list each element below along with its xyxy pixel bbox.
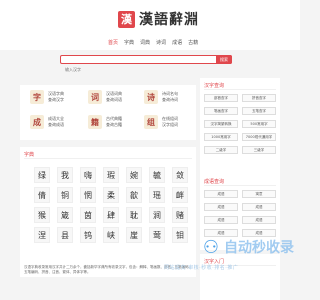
hanzi-intro-panel: 汉字入门 [200, 254, 280, 300]
char-cell[interactable]: 赌 [172, 207, 188, 223]
tag-link[interactable]: 三级字 [242, 146, 276, 154]
ci-icon: 词 [88, 90, 102, 104]
search-input[interactable] [61, 66, 211, 73]
site-name: 漢語辭淵 [139, 12, 199, 28]
char-cell[interactable]: 钨 [80, 227, 96, 243]
cheng-icon: 成 [30, 115, 44, 129]
char-cell[interactable]: 柔 [103, 187, 119, 203]
char-cell[interactable]: 嗨 [80, 167, 96, 183]
char-cell[interactable]: 县 [57, 227, 73, 243]
nav-zidian[interactable]: 字典 [124, 39, 134, 46]
char-cell[interactable]: 衅 [172, 187, 188, 203]
char-cell[interactable]: 婉 [126, 167, 142, 183]
char-cell[interactable]: 歙 [126, 187, 142, 203]
char-cell[interactable]: 莺 [149, 227, 165, 243]
category-zidian[interactable]: 字 汉语字典 查询汉字 [30, 90, 64, 104]
char-cell[interactable]: 肆 [103, 207, 119, 223]
char-cell[interactable]: 我 [57, 167, 73, 183]
char-cell[interactable]: 瑕 [103, 167, 119, 183]
logo-icon: 漢 [118, 10, 135, 28]
char-cell[interactable]: 涅 [34, 227, 50, 243]
ji-icon: 籍 [88, 115, 102, 129]
nav-shici[interactable]: 诗词 [156, 39, 166, 46]
char-cell[interactable]: 惘 [80, 187, 96, 203]
char-cell[interactable]: 涧 [149, 207, 165, 223]
hanzi-query-panel: 汉字查询 部首查字 拼音查字 笔画查字 五笔查字 汉字简繁转换 500常用字 1000常用字… [200, 78, 280, 178]
watermark: ⚇ 自动秒收录 [200, 236, 294, 258]
char-cell[interactable]: 茵 [80, 207, 96, 223]
tag-link[interactable]: 笔画查字 [204, 107, 238, 115]
char-cell[interactable]: 猴 [34, 207, 50, 223]
tag-link[interactable]: 寓意 [242, 190, 276, 198]
category-shici[interactable]: 诗 诗词名句 查询诗词 [144, 90, 178, 104]
site-logo[interactable]: 漢 漢語辭淵 [118, 9, 199, 29]
divider [204, 89, 276, 90]
divider [204, 185, 276, 186]
category-cidian[interactable]: 词 汉语词典 查询词语 [88, 90, 122, 104]
main-nav: 首页 字典 词典 诗词 成语 古籍 [108, 39, 198, 46]
char-cell[interactable]: 峡 [103, 227, 119, 243]
zu-icon: 组 [144, 115, 158, 129]
category-sub: 汉字组词 [162, 122, 178, 127]
tag-link[interactable]: 7000现代通用字 [242, 133, 276, 141]
watermark-title: 自动秒收录 [224, 240, 294, 256]
tag-link[interactable]: 部首查字 [204, 94, 238, 102]
tag-link[interactable]: 成语 [242, 216, 276, 224]
nav-chengyu[interactable]: 成语 [172, 39, 182, 46]
category-sub: 查询汉字 [48, 97, 64, 102]
category-guji[interactable]: 籍 古代典籍 查询古籍 [88, 115, 122, 129]
tag-link[interactable]: 汉字简繁转换 [204, 120, 238, 128]
char-cell[interactable]: 敛 [172, 167, 188, 183]
category-sub: 查询诗词 [162, 97, 178, 102]
tag-link[interactable]: 成语 [242, 203, 276, 211]
search-button[interactable]: 搜索 [216, 55, 232, 64]
category-sub: 查询成语 [48, 122, 64, 127]
category-zuci[interactable]: 组 在线组词 汉字组词 [144, 115, 178, 129]
tag-link[interactable]: 成语 [204, 216, 238, 224]
nav-guji[interactable]: 古籍 [188, 39, 198, 46]
divider [24, 158, 192, 159]
char-cell[interactable]: 箴 [57, 207, 73, 223]
category-panel: 字 汉语字典 查询汉字 词 汉语词典 查询词语 诗 诗词名句 查询诗词 成 成语大全查… [20, 85, 196, 140]
char-cell[interactable]: 毓 [149, 167, 165, 183]
category-chengyu[interactable]: 成 成语大全 查询成语 [30, 115, 64, 129]
char-cell[interactable]: 铜 [57, 187, 73, 203]
nav-home[interactable]: 首页 [108, 39, 118, 46]
char-cell[interactable]: 绿 [34, 167, 50, 183]
tag-link[interactable]: 拼音查字 [242, 94, 276, 102]
section-title: 字典 [24, 152, 35, 158]
tag-link[interactable]: 1000常用字 [204, 133, 238, 141]
char-grid: 绿我嗨瑕婉毓敛倩铜惘柔歙瑶衅猴箴茵肆耽涧赌涅县钨峡崖莺钼 [34, 167, 188, 243]
nav-cidian[interactable]: 词典 [140, 39, 150, 46]
shi-icon: 诗 [144, 90, 158, 104]
tag-link[interactable]: 500常用字 [242, 120, 276, 128]
section-title: 汉字查询 [204, 83, 225, 89]
tag-link[interactable]: 成语 [204, 203, 238, 211]
watermark-subtitle: 网站提交·审核·秒收·排名·推广 [164, 265, 239, 271]
tag-link[interactable]: 五笔查字 [242, 107, 276, 115]
char-cell[interactable]: 耽 [126, 207, 142, 223]
char-cell[interactable]: 倩 [34, 187, 50, 203]
char-cell[interactable]: 崖 [126, 227, 142, 243]
zidian-panel: 字典 绿我嗨瑕婉毓敛倩铜惘柔歙瑶衅猴箴茵肆耽涧赌涅县钨峡崖莺钼 汉语字典收录常用… [20, 147, 196, 277]
category-sub: 查询古籍 [106, 122, 122, 127]
section-title: 成语查询 [204, 179, 225, 185]
search-bar: 搜索 [60, 55, 232, 73]
watermark-logo-icon: ⚇ [202, 236, 220, 258]
tag-link[interactable]: 二级字 [204, 146, 238, 154]
char-cell[interactable]: 钼 [172, 227, 188, 243]
header: 漢 漢語辭淵 首页 字典 词典 诗词 成语 古籍 [0, 0, 300, 50]
tag-link[interactable]: 成语 [204, 190, 238, 198]
zi-icon: 字 [30, 90, 44, 104]
category-sub: 查询词语 [106, 97, 122, 102]
char-cell[interactable]: 瑶 [149, 187, 165, 203]
